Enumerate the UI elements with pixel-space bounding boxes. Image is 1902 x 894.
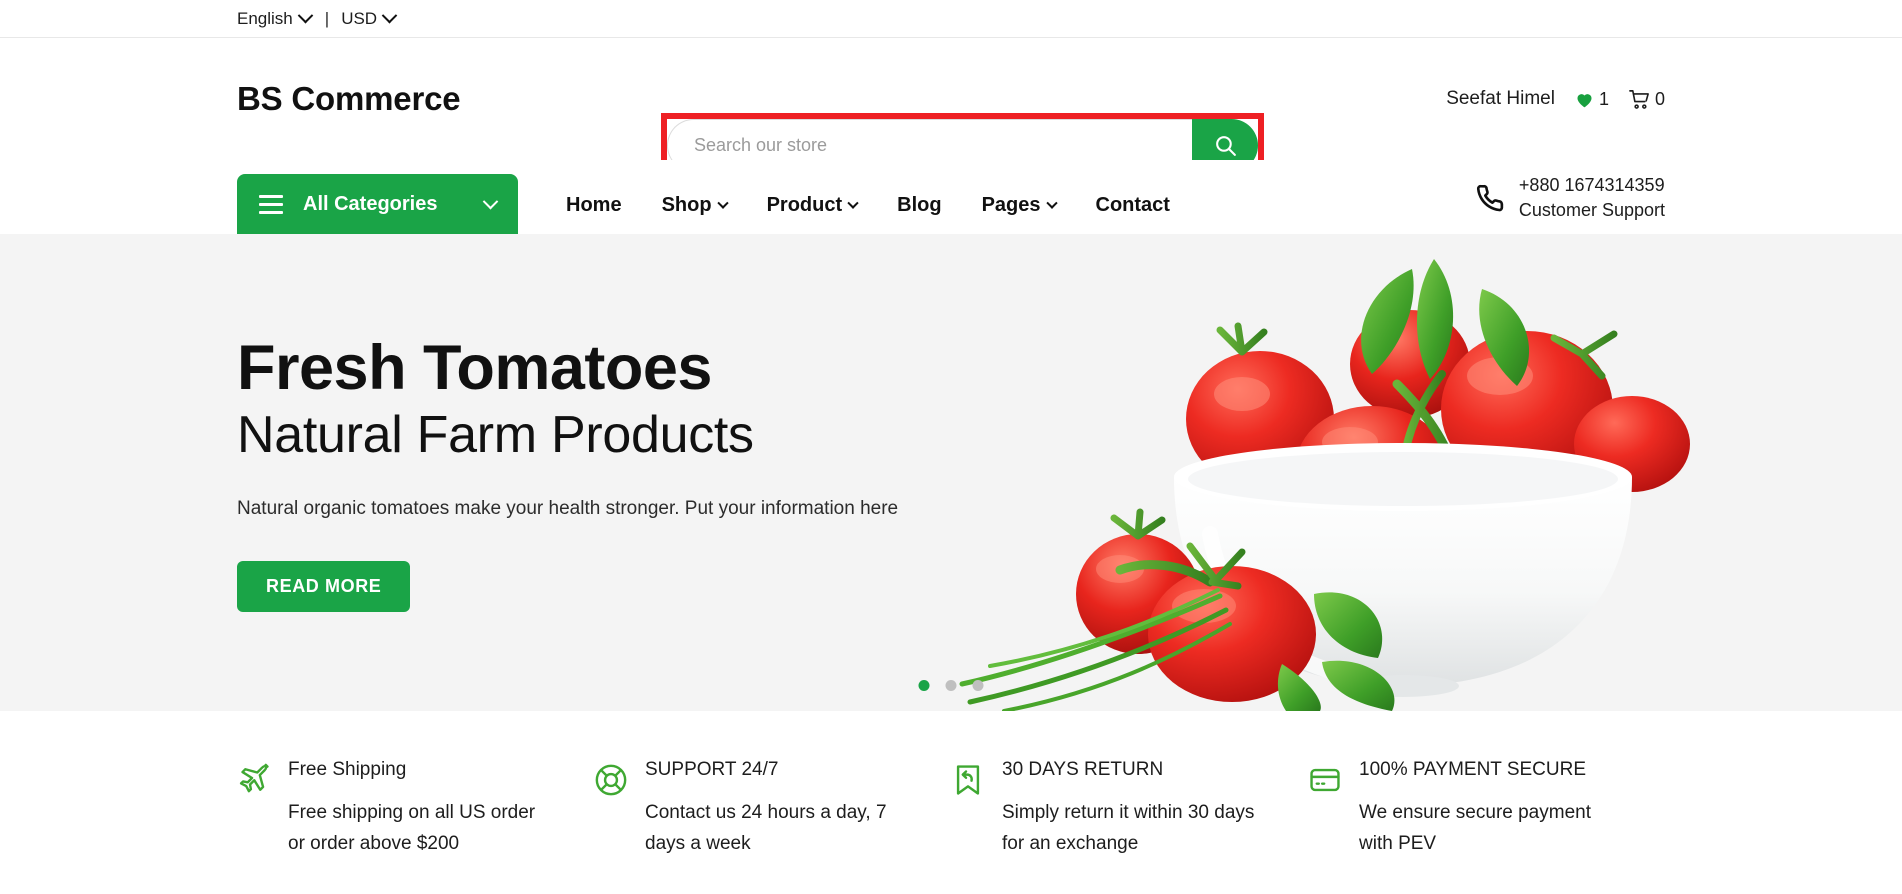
feature-text: 100% PAYMENT SECURE We ensure secure pay… — [1359, 759, 1625, 859]
carousel-dot-1[interactable] — [918, 680, 930, 691]
feature-returns: 30 DAYS RETURN Simply return it within 3… — [951, 759, 1308, 894]
chevron-down-icon — [297, 7, 314, 24]
feature-text: 30 DAYS RETURN Simply return it within 3… — [1002, 759, 1268, 859]
cart-icon — [1629, 89, 1649, 109]
support-text: +880 1674314359 Customer Support — [1519, 173, 1665, 222]
carousel-dot-3[interactable] — [972, 680, 984, 691]
feature-title: SUPPORT 24/7 — [645, 759, 779, 780]
all-categories-button[interactable]: All Categories — [237, 174, 518, 234]
account-cluster: Seefat Himel 1 0 — [1446, 88, 1665, 111]
feature-secure-payment: 100% PAYMENT SECURE We ensure secure pay… — [1308, 759, 1665, 894]
top-utility-bar: English | USD — [0, 0, 1902, 38]
feature-title: Free Shipping — [288, 759, 407, 780]
wishlist-link[interactable]: 1 — [1573, 89, 1609, 110]
language-label: English — [237, 8, 293, 28]
site-logo[interactable]: BS Commerce — [237, 80, 461, 118]
nav-label: Pages — [981, 194, 1041, 216]
nav-label: Contact — [1095, 194, 1170, 216]
all-categories-label: All Categories — [303, 192, 438, 215]
hero-subtitle: Natural Farm Products — [237, 406, 754, 465]
feature-title: 30 DAYS RETURN — [1002, 759, 1164, 780]
hero-title: Fresh Tomatoes — [237, 333, 712, 403]
site-masthead: BS Commerce Seefat Himel 1 — [0, 38, 1902, 178]
currency-selector[interactable]: USD — [341, 7, 398, 29]
hero-image — [942, 234, 1772, 711]
feature-description: Simply return it within 30 days for an e… — [1002, 801, 1255, 854]
feature-text: Free Shipping Free shipping on all US or… — [288, 759, 554, 859]
feature-title: 100% PAYMENT SECURE — [1359, 759, 1587, 780]
language-selector[interactable]: English — [237, 7, 314, 29]
cart-count: 0 — [1654, 88, 1665, 109]
heart-icon — [1577, 93, 1592, 107]
airplane-icon — [237, 763, 271, 802]
chevron-down-icon — [381, 7, 398, 24]
currency-label: USD — [341, 8, 378, 28]
support-phone: +880 1674314359 — [1518, 175, 1665, 196]
main-navigation-bar: All Categories Home Shop Product Blog Pa… — [0, 160, 1902, 234]
search-icon — [1215, 136, 1236, 156]
topbar-separator: | — [324, 8, 330, 28]
chevron-down-icon — [847, 197, 859, 209]
feature-strip: Free Shipping Free shipping on all US or… — [0, 711, 1902, 894]
nav-label: Blog — [897, 194, 942, 216]
cart-link[interactable]: 0 — [1627, 88, 1665, 111]
feature-description: Contact us 24 hours a day, 7 days a week — [645, 801, 887, 854]
lifebuoy-icon — [594, 763, 628, 802]
phone-icon — [1476, 184, 1504, 212]
nav-item-contact[interactable]: Contact — [1096, 194, 1170, 217]
hero-description: Natural organic tomatoes make your healt… — [237, 498, 899, 520]
bowl-of-tomatoes-image — [942, 234, 1772, 711]
nav-item-product[interactable]: Product — [766, 194, 859, 217]
nav-item-home[interactable]: Home — [566, 194, 622, 217]
primary-menu: Home Shop Product Blog Pages Contact — [566, 194, 1170, 234]
carousel-dots — [918, 680, 984, 691]
wishlist-count: 1 — [1598, 88, 1609, 109]
user-name[interactable]: Seefat Himel — [1446, 88, 1555, 110]
chevron-down-icon — [716, 197, 729, 209]
nav-item-pages[interactable]: Pages — [981, 194, 1058, 217]
nav-label: Product — [766, 194, 843, 216]
hero-carousel: Fresh Tomatoes Natural Farm Products Nat… — [0, 234, 1902, 711]
feature-free-shipping: Free Shipping Free shipping on all US or… — [237, 759, 594, 894]
credit-card-icon — [1308, 763, 1342, 802]
feature-description: We ensure secure payment with PEV — [1359, 801, 1591, 854]
hero-copy: Fresh Tomatoes Natural Farm Products Nat… — [237, 333, 997, 613]
carousel-dot-2[interactable] — [945, 680, 957, 691]
nav-label: Shop — [661, 194, 712, 216]
return-arrow-icon — [951, 763, 985, 802]
chevron-down-icon — [482, 193, 499, 209]
feature-text: SUPPORT 24/7 Contact us 24 hours a day, … — [645, 759, 911, 859]
nav-item-shop[interactable]: Shop — [661, 194, 729, 217]
nav-label: Home — [566, 194, 622, 216]
customer-support-block[interactable]: +880 1674314359 Customer Support — [1475, 173, 1665, 234]
chevron-down-icon — [1045, 197, 1058, 209]
support-label: Customer Support — [1518, 199, 1665, 220]
feature-support: SUPPORT 24/7 Contact us 24 hours a day, … — [594, 759, 951, 894]
hamburger-icon — [259, 194, 283, 214]
read-more-button[interactable]: READ MORE — [237, 561, 411, 613]
nav-item-blog[interactable]: Blog — [897, 194, 941, 217]
feature-description: Free shipping on all US order or order a… — [288, 801, 536, 854]
